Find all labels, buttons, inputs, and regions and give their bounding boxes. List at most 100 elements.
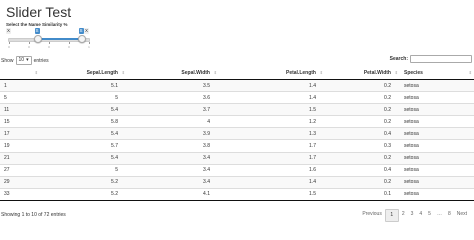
sort-icon: ⇕ xyxy=(213,70,217,75)
table-cell: 21 xyxy=(0,151,40,165)
table-cell: setosa xyxy=(400,139,474,153)
search-input[interactable] xyxy=(410,55,472,63)
pagination-page[interactable]: 3 xyxy=(408,209,417,220)
pagination-page[interactable]: 4 xyxy=(416,209,425,220)
table-cell: 17 xyxy=(0,127,40,140)
column-header-sepal-width[interactable]: Sepal.Width ⇕ xyxy=(127,67,219,80)
pagination-previous[interactable]: Previous xyxy=(359,209,384,220)
sort-icon: ⇕ xyxy=(319,70,323,75)
slider-min-tag: X xyxy=(6,28,12,34)
table-cell: 1.4 xyxy=(219,175,325,189)
table-cell: 3.6 xyxy=(127,91,219,104)
column-header-petal-length[interactable]: Petal.Length ⇕ xyxy=(219,67,325,80)
table-cell: setosa xyxy=(400,187,474,201)
slider-to-handle[interactable] xyxy=(78,35,86,43)
length-select[interactable]: 10 ▾ xyxy=(15,56,32,65)
table-cell: 27 xyxy=(0,163,40,177)
table-cell: 0.4 xyxy=(325,163,400,177)
sort-icon: ⇕ xyxy=(468,70,472,75)
table-cell: 4.1 xyxy=(127,187,219,201)
table-cell: 5.2 xyxy=(40,175,127,189)
table-cell: 3.5 xyxy=(127,78,219,92)
column-header-species[interactable]: Species ⇕ xyxy=(400,67,474,80)
table-cell: 3.4 xyxy=(127,175,219,189)
pagination-ellipsis: … xyxy=(436,211,442,217)
table-row[interactable]: 1 5.1 3.5 1.4 0.2 setosa xyxy=(0,78,474,92)
table-cell: 19 xyxy=(0,139,40,153)
pagination-next[interactable]: Next xyxy=(454,209,470,220)
pagination-page[interactable]: 5 xyxy=(425,209,434,220)
table-cell: 0.2 xyxy=(325,91,400,104)
slider-from-handle[interactable] xyxy=(34,35,42,43)
table-cell: 5.7 xyxy=(40,139,127,153)
table-cell: 33 xyxy=(0,187,40,201)
table-cell: 1.7 xyxy=(219,139,325,153)
column-header-petal-width[interactable]: Petal.Width ⇕ xyxy=(325,67,400,80)
table-cell: setosa xyxy=(400,151,474,165)
table-cell: setosa xyxy=(400,91,474,104)
slider-label: Select the Name Similarity % xyxy=(6,22,68,27)
table-cell: 3.7 xyxy=(127,103,219,116)
table-row[interactable]: 17 5.4 3.9 1.3 0.4 setosa xyxy=(0,127,474,140)
length-control: Show 10 ▾ entries xyxy=(1,56,49,65)
table-cell: 5 xyxy=(40,91,127,104)
table-cell: 5 xyxy=(40,163,127,177)
table-cell: setosa xyxy=(400,163,474,177)
table-cell: 1.5 xyxy=(219,187,325,201)
sort-icon: ⇕ xyxy=(394,70,398,75)
table-cell: 5.4 xyxy=(40,127,127,140)
table-cell: 4 xyxy=(127,115,219,128)
table-cell: 3.4 xyxy=(127,163,219,177)
table-cell: 3.9 xyxy=(127,127,219,140)
table-cell: 0.2 xyxy=(325,175,400,189)
table-cell: 0.1 xyxy=(325,187,400,201)
slider-max-tag: X xyxy=(84,28,90,34)
table-cell: 1.4 xyxy=(219,78,325,92)
table-cell: 5.8 xyxy=(40,115,127,128)
table-row[interactable]: 29 5.2 3.4 1.4 0.2 setosa xyxy=(0,175,474,189)
slider-tick-label: 0 xyxy=(28,44,30,49)
table-cell: 29 xyxy=(0,175,40,189)
table-row[interactable]: 19 5.7 3.8 1.7 0.3 setosa xyxy=(0,139,474,153)
pagination-page[interactable]: 8 xyxy=(445,209,454,220)
table-cell: 15 xyxy=(0,115,40,128)
table-cell: 1.2 xyxy=(219,115,325,128)
table-cell: 1 xyxy=(0,78,40,92)
pagination: Previous 1 2 3 4 5… 8 Next xyxy=(359,209,470,222)
slider-tick-label: 0 xyxy=(8,44,10,49)
column-header-sepal-length[interactable]: Sepal.Length ⇕ xyxy=(40,67,127,80)
table-row[interactable]: 27 5 3.4 1.6 0.4 setosa xyxy=(0,163,474,177)
pagination-page[interactable]: 2 xyxy=(399,209,408,220)
table-cell: setosa xyxy=(400,127,474,140)
table-cell: 11 xyxy=(0,103,40,116)
table-info: Showing 1 to 10 of 72 entries xyxy=(1,212,66,218)
table-row[interactable]: 5 5 3.6 1.4 0.2 setosa xyxy=(0,91,474,104)
sort-icon: ⇕ xyxy=(121,70,125,75)
table-cell: 5.2 xyxy=(40,187,127,201)
table-cell: 5.4 xyxy=(40,103,127,116)
pagination-page[interactable]: 1 xyxy=(384,209,399,222)
table-cell: 5 xyxy=(0,91,40,104)
table-cell: 3.8 xyxy=(127,139,219,153)
data-table: ⇕ Sepal.Length ⇕ Sepal.Width ⇕ Petal.Lengt… xyxy=(0,67,474,201)
table-cell: setosa xyxy=(400,78,474,92)
name-similarity-slider[interactable]: X X S S 0 0 0 0 1 xyxy=(6,28,96,50)
table-cell: 1.3 xyxy=(219,127,325,140)
slider-from-tag: S xyxy=(34,28,40,34)
table-row[interactable]: 33 5.2 4.1 1.5 0.1 setosa xyxy=(0,187,474,201)
table-cell: 5.1 xyxy=(40,78,127,92)
table-row[interactable]: 15 5.8 4 1.2 0.2 setosa xyxy=(0,115,474,128)
page-title: Slider Test xyxy=(6,4,72,20)
column-header-rowname[interactable]: ⇕ xyxy=(0,67,40,80)
chevron-down-icon: ▾ xyxy=(26,57,29,63)
table-cell: 0.3 xyxy=(325,139,400,153)
table-row[interactable]: 11 5.4 3.7 1.5 0.2 setosa xyxy=(0,103,474,116)
table-row[interactable]: 21 5.4 3.4 1.7 0.2 setosa xyxy=(0,151,474,165)
table-header-row: ⇕ Sepal.Length ⇕ Sepal.Width ⇕ Petal.Lengt… xyxy=(0,67,474,80)
table-cell: 1.6 xyxy=(219,163,325,177)
table-cell: 1.7 xyxy=(219,151,325,165)
slider-tick-label: 0 xyxy=(48,44,50,49)
table-cell: 5.4 xyxy=(40,151,127,165)
table-cell: setosa xyxy=(400,115,474,128)
table-cell: 0.4 xyxy=(325,127,400,140)
